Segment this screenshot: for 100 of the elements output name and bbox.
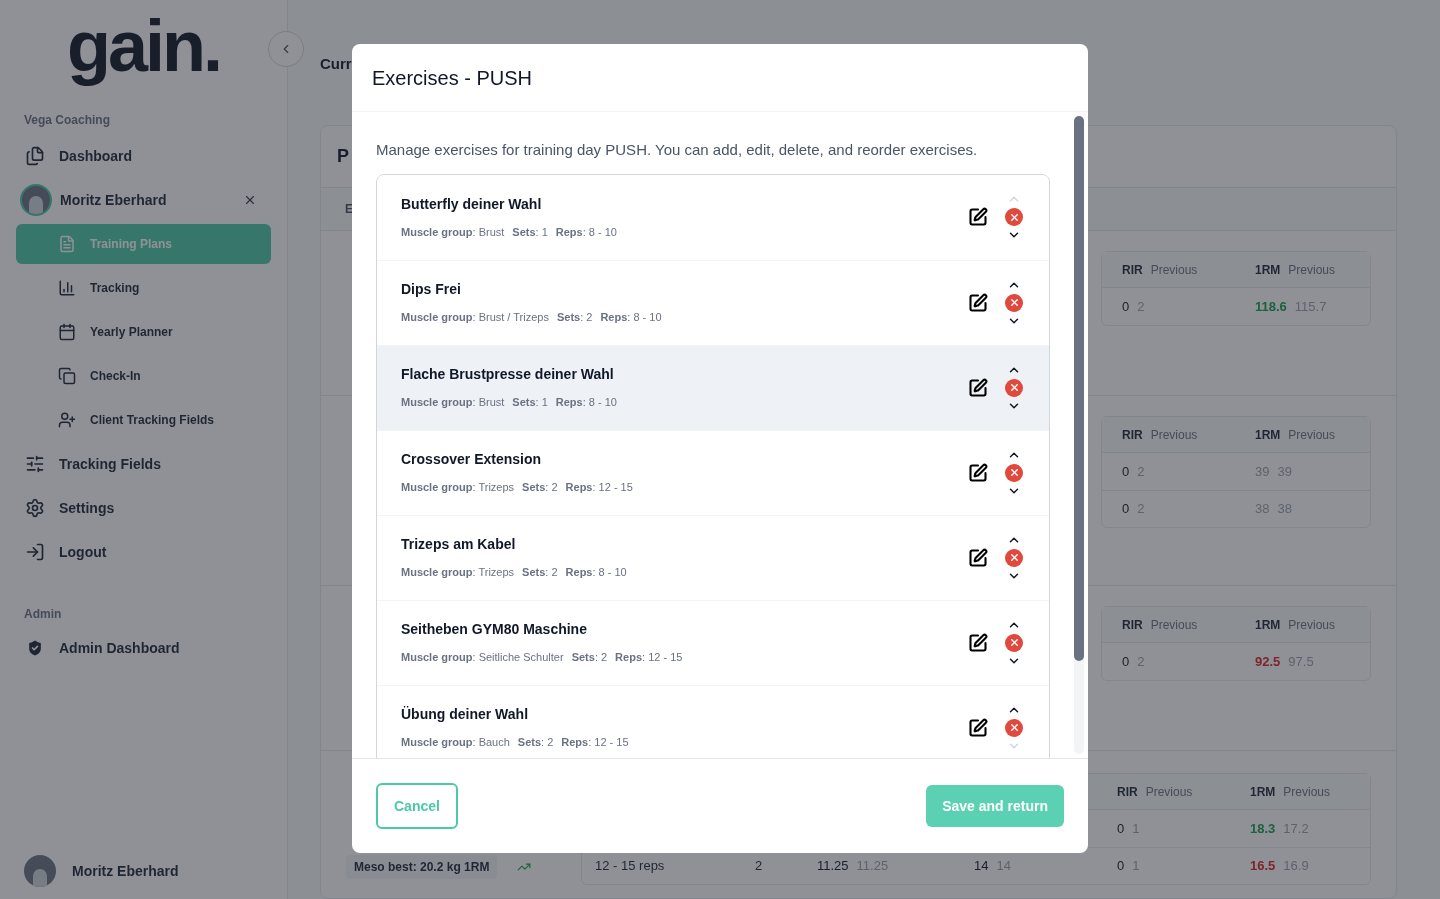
exercise-name: Seitheben GYM80 Maschine xyxy=(401,620,588,640)
column-header: RIR xyxy=(1122,261,1143,279)
submenu-item[interactable]: Client Tracking Fields xyxy=(16,400,271,440)
edit-icon xyxy=(968,462,988,483)
dialog-description: Manage exercises for training day PUSH. You can add, edit, delete, and reorder exercises. xyxy=(376,140,979,160)
column-header: RIR xyxy=(1122,616,1143,634)
delete-button[interactable] xyxy=(1005,548,1023,567)
edit-icon xyxy=(968,377,988,398)
nav-item[interactable]: Tracking Fields xyxy=(0,442,287,486)
column-subheader: Previous xyxy=(1150,426,1198,444)
avatar-icon xyxy=(20,184,52,216)
edit-icon xyxy=(968,717,988,738)
submenu-item[interactable]: Yearly Planner xyxy=(16,312,271,352)
exercise-name: Crossover Extension xyxy=(401,450,543,470)
edit-button[interactable] xyxy=(967,631,989,654)
edit-icon xyxy=(968,632,988,653)
exercise-name: Trizeps am Kabel xyxy=(401,535,517,555)
exercise-detail: Sets: 1 xyxy=(512,224,548,240)
exercise-name: Übung deiner Wahl xyxy=(401,705,530,725)
delete-button[interactable] xyxy=(1005,208,1023,226)
exercise-detail: Sets: 2 xyxy=(522,565,558,581)
exercise-detail: Muscle group: Seitliche Schulter xyxy=(401,650,564,666)
submenu-icon xyxy=(58,411,76,429)
value-text: 0 xyxy=(1117,819,1125,838)
exercise-detail: Muscle group: Brust xyxy=(401,395,505,411)
close-icon xyxy=(1008,382,1020,393)
edit-button[interactable] xyxy=(967,546,989,569)
edit-button[interactable] xyxy=(967,716,989,739)
edit-button[interactable] xyxy=(967,461,989,484)
nav-item[interactable]: Admin Dashboard xyxy=(0,626,287,670)
value-text: 0 xyxy=(1122,462,1130,481)
sets-text: 2 xyxy=(755,857,764,876)
exercise-name: Dips Frei xyxy=(401,280,462,300)
delete-button[interactable] xyxy=(1005,293,1023,312)
exercise-detail: Sets: 2 xyxy=(571,650,608,666)
nav-item[interactable]: Dashboard xyxy=(0,134,287,178)
value-text: 18.3 xyxy=(1250,819,1276,838)
column-header: 1RM xyxy=(1255,616,1281,634)
value-text: 16.5 xyxy=(1250,857,1276,876)
column-header: RIR xyxy=(1117,783,1138,801)
nav-item[interactable]: Logout xyxy=(0,530,287,574)
exercise-detail: Reps: 12 - 15 xyxy=(565,480,633,496)
edit-button[interactable] xyxy=(967,206,989,228)
edit-button[interactable] xyxy=(967,291,989,314)
submenu-icon xyxy=(58,367,76,385)
column-header: 1RM xyxy=(1250,783,1276,801)
close-icon xyxy=(1008,467,1020,478)
nav-item[interactable]: Settings xyxy=(0,486,287,530)
exercise-detail: Reps: 8 - 10 xyxy=(555,395,617,411)
nav-icon xyxy=(25,146,45,166)
close-icon[interactable] xyxy=(243,193,257,207)
scrollbar-thumb[interactable] xyxy=(1074,116,1084,661)
dialog-title: Exercises - PUSH xyxy=(372,65,533,91)
client-name[interactable]: Moritz Eberhard xyxy=(60,189,167,211)
submenu-icon xyxy=(58,323,76,341)
column-header: RIR xyxy=(1122,426,1143,444)
user-name: Moritz Eberhard xyxy=(72,861,179,881)
nav-icon xyxy=(25,498,45,518)
avatar-icon xyxy=(24,855,56,887)
value-text: 14 xyxy=(974,857,989,876)
submenu-item[interactable]: Tracking xyxy=(16,268,271,308)
exercise-detail: Muscle group: Trizeps xyxy=(401,565,515,581)
value-text: 11.25 xyxy=(817,857,849,876)
value-text: 0 xyxy=(1122,297,1130,316)
edit-icon xyxy=(968,207,988,227)
edit-button[interactable] xyxy=(967,376,989,399)
exercise-detail: Muscle group: Brust xyxy=(401,224,505,240)
exercise-detail: Reps: 8 - 10 xyxy=(565,565,627,581)
close-icon xyxy=(1008,637,1020,648)
edit-icon xyxy=(968,292,988,313)
column-subheader: Previous xyxy=(1283,783,1331,801)
column-subheader: Previous xyxy=(1288,616,1336,634)
delete-button[interactable] xyxy=(1005,378,1023,397)
submenu-icon xyxy=(58,279,76,297)
table-header: E xyxy=(345,201,353,218)
exercise-detail: Sets: 2 xyxy=(556,310,593,326)
exercise-name: Butterfly deiner Wahl xyxy=(401,194,543,214)
exercise-detail: Reps: 8 - 10 xyxy=(555,224,617,240)
value-text: 118.6 xyxy=(1255,297,1287,316)
exercise-detail: Muscle group: Brust / Trizeps xyxy=(401,310,549,326)
page-title: Curr xyxy=(320,55,352,72)
value-text: 92.5 xyxy=(1255,652,1281,671)
column-subheader: Previous xyxy=(1145,783,1193,801)
exercise-detail: Sets: 1 xyxy=(512,395,548,411)
organization-label: Vega Coaching xyxy=(23,112,112,129)
card-title: P xyxy=(337,145,349,168)
submenu-item[interactable]: Check-In xyxy=(16,356,271,396)
exercise-detail: Muscle group: Trizeps xyxy=(401,480,515,496)
column-header: 1RM xyxy=(1255,261,1281,279)
exercise-detail: Reps: 12 - 15 xyxy=(615,650,683,666)
nav-icon xyxy=(25,454,45,474)
delete-button[interactable] xyxy=(1005,718,1023,737)
column-subheader: Previous xyxy=(1150,261,1198,279)
delete-button[interactable] xyxy=(1005,633,1023,652)
column-subheader: Previous xyxy=(1288,261,1336,279)
close-icon xyxy=(1008,552,1020,563)
delete-button[interactable] xyxy=(1005,463,1023,482)
edit-icon xyxy=(968,547,988,568)
submenu-icon xyxy=(58,235,76,253)
column-subheader: Previous xyxy=(1288,426,1336,444)
